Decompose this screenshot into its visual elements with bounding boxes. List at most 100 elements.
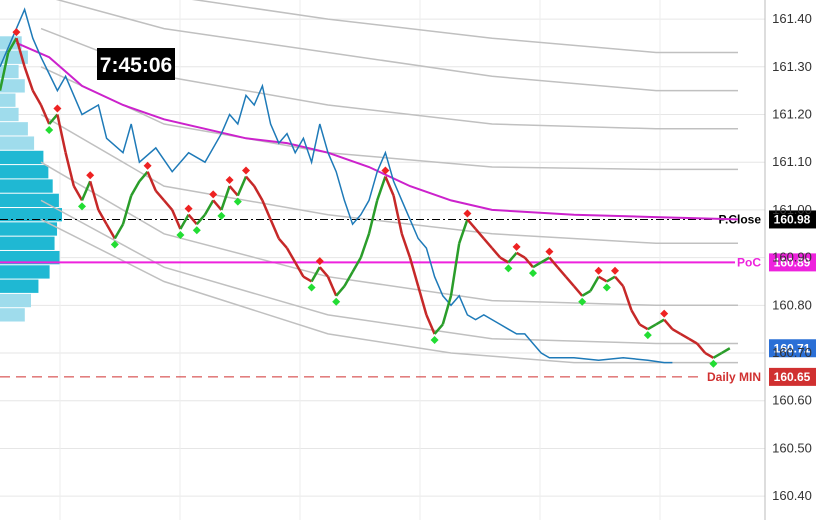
price-segment	[154, 190, 165, 202]
swing-high-marker	[463, 209, 472, 218]
band-line	[191, 0, 738, 54]
price-segment	[163, 199, 174, 211]
price-segment	[392, 195, 404, 235]
price-segment	[64, 152, 76, 187]
swing-low-marker	[578, 297, 587, 306]
price-segment	[606, 275, 616, 283]
price-segment	[704, 351, 715, 359]
swing-high-marker	[143, 161, 152, 170]
y-tick-label: 161.30	[772, 59, 812, 74]
price-segment	[679, 332, 690, 340]
price-segment	[351, 256, 362, 273]
profile-bar	[0, 79, 25, 93]
swing-high-marker	[184, 204, 193, 213]
price-segment	[253, 185, 264, 201]
price-segment	[400, 233, 412, 259]
price-segment	[269, 218, 280, 240]
price-segment	[31, 90, 43, 106]
y-tick-label: 160.50	[772, 440, 812, 455]
profile-bar	[0, 93, 16, 107]
price-segment	[376, 176, 387, 201]
y-tick-label: 161.00	[772, 202, 812, 217]
price-segment	[622, 285, 633, 311]
price-segment	[647, 323, 657, 331]
price-segment	[302, 275, 313, 283]
price-segment	[449, 243, 461, 296]
clock-time: 7:45:06	[100, 54, 172, 77]
price-segment	[359, 233, 371, 259]
price-segment	[491, 247, 502, 259]
profile-bar	[0, 150, 44, 165]
price-segment	[630, 309, 641, 326]
swing-low-marker	[78, 202, 86, 211]
y-tick-label: 160.40	[772, 488, 812, 503]
swing-low-marker	[45, 126, 54, 135]
price-segment	[228, 185, 239, 197]
y-tick-label: 160.80	[772, 297, 812, 312]
swing-high-marker	[512, 242, 521, 251]
price-segment	[663, 318, 674, 330]
profile-bar	[0, 107, 19, 122]
price-segment	[573, 285, 584, 297]
price-segment	[671, 328, 682, 336]
profile-bar	[0, 279, 39, 293]
profile-bar	[0, 236, 55, 250]
band-line	[40, 113, 738, 245]
swing-high-marker	[242, 166, 250, 175]
y-tick-label: 160.90	[772, 250, 812, 265]
price-segment	[236, 176, 248, 197]
price-segment	[638, 323, 649, 331]
y-tick-label: 160.70	[772, 345, 812, 360]
profile-bar	[0, 122, 28, 136]
price-segment	[581, 289, 592, 297]
price-segment	[564, 275, 575, 288]
y-tick-label: 161.40	[772, 11, 812, 26]
chart-canvas: P.Close 160.98PoC 160.89160.71Daily MIN 160…	[0, 0, 816, 520]
price-segment	[72, 185, 84, 201]
swing-high-marker	[225, 176, 234, 185]
swing-low-marker	[307, 283, 316, 292]
price-segment	[589, 276, 600, 292]
swing-low-marker	[217, 211, 226, 220]
price-segment	[614, 275, 625, 288]
band-line	[40, 218, 738, 364]
swing-high-marker	[660, 309, 669, 318]
swing-low-marker	[643, 331, 652, 340]
price-segment	[277, 237, 288, 249]
swing-low-marker	[504, 264, 513, 273]
swing-high-marker	[209, 190, 218, 199]
level-label: PoC	[737, 255, 761, 269]
price-levels: P.Close 160.98PoC 160.89160.71Daily MIN 160…	[0, 210, 816, 386]
profile-bar	[0, 308, 25, 322]
price-segment	[515, 251, 526, 259]
price-segment	[335, 285, 346, 297]
price-segment	[425, 314, 436, 335]
profile-bar	[0, 165, 49, 179]
price-segment	[482, 237, 493, 249]
clock-display: 7:45:06	[97, 48, 175, 80]
swing-high-marker	[86, 171, 95, 180]
y-tick-label: 161.20	[772, 106, 812, 121]
price-chart: P.Close 160.98 PoC 160.89 160.71 Daily MIN 160…	[0, 0, 820, 520]
swing-low-marker	[602, 283, 611, 292]
price-segment	[367, 200, 379, 235]
price-segment	[203, 199, 215, 216]
price-segment	[56, 114, 67, 153]
price-segment	[113, 223, 125, 240]
volume-profile	[0, 36, 62, 322]
profile-bar	[0, 293, 31, 308]
price-segment	[474, 228, 485, 240]
level-label: Daily MIN	[707, 370, 761, 384]
swing-low-marker	[332, 297, 341, 306]
price-segment	[712, 351, 723, 359]
price-segment	[97, 209, 108, 225]
price-segment	[23, 66, 34, 92]
swing-low-marker	[430, 335, 439, 344]
price-segment	[326, 276, 338, 297]
price-segment	[245, 175, 256, 187]
swing-high-marker	[611, 266, 619, 275]
price-axis: 161.40 161.30 161.20 161.10 161.00 160.90 160.…	[764, 0, 812, 520]
swing-high-marker	[315, 257, 324, 266]
band-line	[40, 66, 738, 171]
price-segment	[179, 214, 190, 230]
